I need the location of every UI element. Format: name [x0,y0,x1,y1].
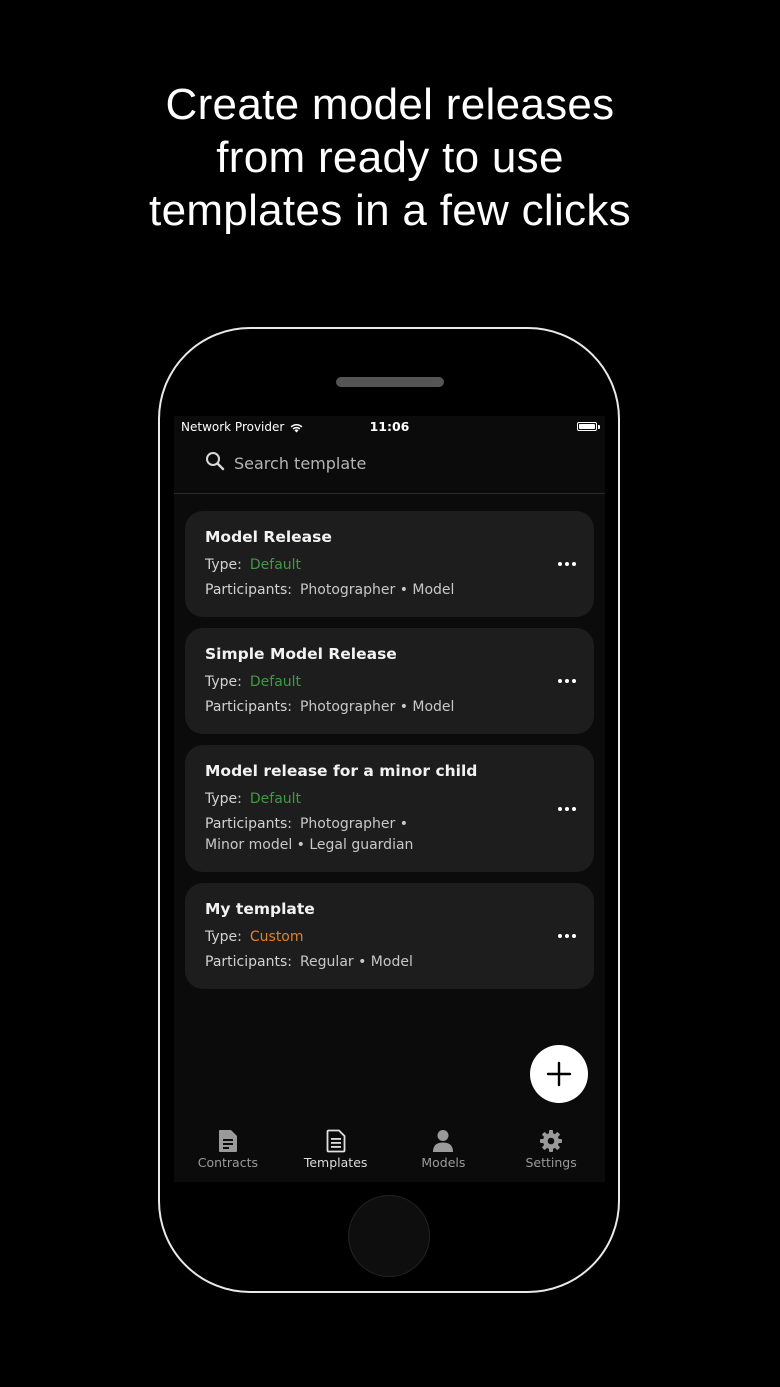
status-bar: Network Provider 11:06 [174,416,605,438]
battery-icon [577,422,597,431]
app-screen: Network Provider 11:06 Model Release Typ… [174,416,605,1182]
more-options-icon[interactable] [554,673,580,689]
more-options-icon[interactable] [554,928,580,944]
participants-label: Participants: [205,699,292,715]
search-bar [174,444,605,494]
tab-contracts[interactable]: Contracts [174,1121,282,1182]
type-label: Type: [205,674,242,690]
participants-value: Photographer • [299,816,408,832]
home-button[interactable] [348,1195,430,1277]
participants-value: Photographer • Model [299,699,455,715]
participants-value-continued: Minor model • Legal guardian [205,837,414,853]
participants-label: Participants: [205,816,292,832]
template-card[interactable]: Model Release Type: Default Participants:… [185,511,594,617]
tab-templates-label: Templates [303,1155,368,1170]
document-filled-icon [218,1130,237,1152]
participants-value: Photographer • Model [299,582,455,598]
type-label: Type: [205,557,242,573]
status-time: 11:06 [369,419,410,434]
template-list: Model Release Type: Default Participants:… [185,511,594,1000]
tab-models-label: Models [421,1155,466,1170]
document-outline-icon [326,1129,346,1153]
search-icon [206,452,225,471]
marketing-headline: Create model releases from ready to use … [0,78,780,237]
tab-settings-label: Settings [525,1155,577,1170]
gear-icon [540,1130,563,1152]
type-label: Type: [205,929,242,945]
plus-icon [546,1061,572,1087]
headline-line-3: templates in a few clicks [149,186,631,235]
headline-line-1: Create model releases [165,80,615,129]
headline-line-2: from ready to use [216,133,564,182]
type-value: Custom [249,929,304,945]
type-value: Default [249,674,302,690]
tab-contracts-label: Contracts [197,1155,259,1170]
template-title: My template [205,900,315,918]
tab-models[interactable]: Models [390,1121,498,1182]
phone-speaker [336,377,444,387]
tab-settings[interactable]: Settings [497,1121,605,1182]
add-template-button[interactable] [530,1045,588,1103]
search-input[interactable] [234,450,564,476]
more-options-icon[interactable] [554,801,580,817]
template-title: Model Release [205,528,332,546]
tab-bar: Contracts Templates Models Settings [174,1121,605,1182]
tab-templates[interactable]: Templates [282,1121,390,1182]
type-value: Default [249,791,302,807]
participants-label: Participants: [205,954,292,970]
template-card[interactable]: Model release for a minor child Type: Def… [185,745,594,872]
participants-label: Participants: [205,582,292,598]
template-title: Simple Model Release [205,645,397,663]
more-options-icon[interactable] [554,556,580,572]
template-title: Model release for a minor child [205,762,478,780]
participants-value: Regular • Model [299,954,413,970]
person-icon [433,1130,454,1152]
template-card[interactable]: My template Type: Custom Participants: Reg… [185,883,594,989]
type-label: Type: [205,791,242,807]
template-card[interactable]: Simple Model Release Type: Default Partic… [185,628,594,734]
type-value: Default [249,557,302,573]
